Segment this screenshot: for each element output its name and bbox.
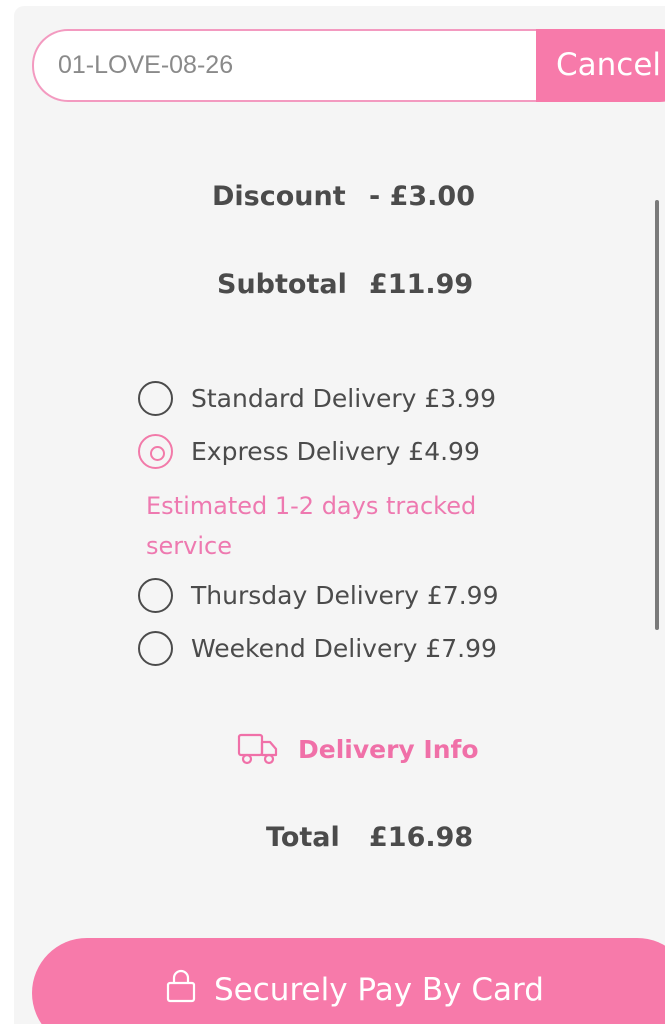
subtotal-label: Subtotal: [217, 269, 347, 300]
scrollbar[interactable]: [655, 200, 659, 630]
delivery-option-label: Express Delivery £4.99: [191, 437, 480, 466]
promo-code-input[interactable]: 01-LOVE-08-26: [32, 29, 542, 102]
delivery-option-label: Weekend Delivery £7.99: [191, 634, 497, 663]
total-row: Total £16.98: [0, 822, 665, 858]
discount-row: Discount - £3.00: [0, 181, 665, 217]
subtotal-row: Subtotal £11.99: [0, 269, 665, 305]
pay-button-label: Securely Pay By Card: [214, 972, 544, 1008]
cancel-button[interactable]: Cancel: [536, 29, 665, 102]
delivery-option-label: Standard Delivery £3.99: [191, 384, 496, 413]
lock-icon: [166, 969, 196, 1003]
discount-value: - £3.00: [369, 181, 476, 212]
total-label: Total: [266, 822, 340, 853]
truck-icon: [237, 733, 278, 765]
subtotal-value: £11.99: [369, 269, 474, 300]
discount-label: Discount: [212, 181, 346, 212]
radio-button-selected[interactable]: [138, 434, 173, 469]
express-delivery-note: Estimated 1-2 days tracked service: [146, 492, 477, 560]
total-value: £16.98: [369, 822, 474, 853]
promo-code-row: 01-LOVE-08-26 Cancel: [32, 29, 665, 102]
radio-button[interactable]: [138, 381, 173, 416]
delivery-option-label: Thursday Delivery £7.99: [191, 581, 499, 610]
radio-button[interactable]: [138, 631, 173, 666]
pay-by-card-button[interactable]: Securely Pay By Card: [32, 938, 665, 1024]
delivery-info-label: Delivery Info: [298, 735, 479, 764]
radio-button[interactable]: [138, 578, 173, 613]
